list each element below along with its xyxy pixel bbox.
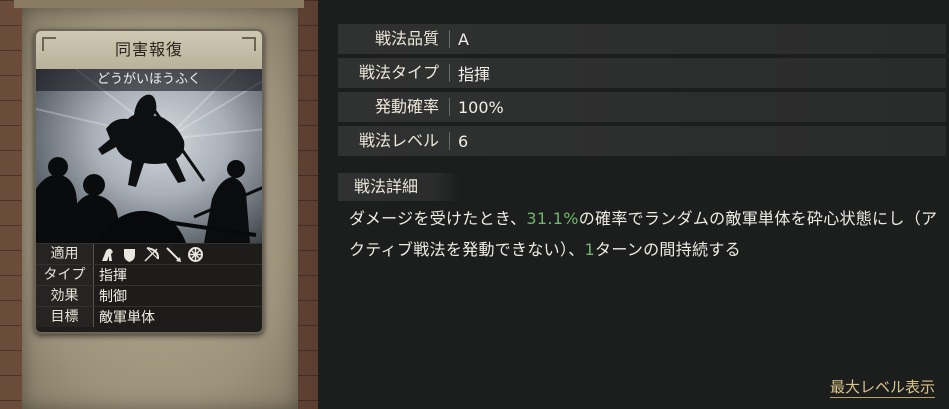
stat-label: 発動確率 <box>338 98 450 116</box>
info-label: 効果 <box>36 286 94 306</box>
info-row-suitability: 適用 <box>36 243 262 264</box>
info-label: 目標 <box>36 307 94 327</box>
stat-row-activation-rate: 発動確率 100% <box>338 92 946 122</box>
stat-label: 戦法品質 <box>338 30 450 48</box>
bow-icon <box>143 246 160 263</box>
detail-description: ダメージを受けたとき、31.1%の確率でランダムの敵軍単体を砕心状態にし（アクテ… <box>349 203 939 265</box>
detail-text-part: ターンの間持続する <box>595 240 741 259</box>
stat-label: 戦法レベル <box>338 132 450 150</box>
stat-row-level: 戦法レベル 6 <box>338 126 946 156</box>
unit-type-icons <box>94 246 204 263</box>
spear-icon <box>165 246 182 263</box>
stat-value: 6 <box>458 131 469 151</box>
skill-artwork: どうがいほうふく <box>36 69 262 243</box>
skill-name: 同害報復 <box>36 31 262 69</box>
detail-highlight-turns: 1 <box>584 240 596 259</box>
info-row-effect: 効果 制御 <box>36 285 262 306</box>
info-value: 制御 <box>99 289 127 305</box>
detail-highlight-rate: 31.1% <box>526 209 579 228</box>
info-value: 指揮 <box>99 268 127 284</box>
skill-card[interactable]: 同害報復 どうがいほうふく 適用 タイプ 指揮 効果 制御 目標 敵軍単体 <box>34 29 264 334</box>
wheel-icon <box>187 246 204 263</box>
shield-icon <box>121 246 138 263</box>
card-corner-ornament <box>42 37 56 51</box>
cavalry-icon <box>99 246 116 263</box>
stat-value: 指揮 <box>458 65 491 84</box>
skill-stats: 戦法品質 A 戦法タイプ 指揮 発動確率 100% 戦法レベル 6 <box>338 24 946 160</box>
battle-silhouette-art <box>36 69 262 243</box>
card-corner-ornament <box>242 37 256 51</box>
info-row-type: タイプ 指揮 <box>36 264 262 285</box>
stat-value: A <box>458 29 469 49</box>
max-level-link[interactable]: 最大レベル表示 <box>829 377 935 398</box>
info-value: 敵軍単体 <box>99 310 155 326</box>
stat-label: 戦法タイプ <box>338 64 450 82</box>
scroll-rod <box>14 0 304 8</box>
info-label: タイプ <box>36 265 94 285</box>
stat-value: 100% <box>458 97 504 117</box>
info-row-target: 目標 敵軍単体 <box>36 306 262 327</box>
detail-header: 戦法詳細 <box>338 173 460 201</box>
info-label: 適用 <box>36 244 94 264</box>
stat-row-quality: 戦法品質 A <box>338 24 946 54</box>
stat-row-type: 戦法タイプ 指揮 <box>338 58 946 88</box>
skill-kana: どうがいほうふく <box>36 69 262 91</box>
detail-text-part: ダメージを受けたとき、 <box>349 209 527 228</box>
skill-card-info: 適用 タイプ 指揮 効果 制御 目標 敵軍単体 <box>36 243 262 327</box>
